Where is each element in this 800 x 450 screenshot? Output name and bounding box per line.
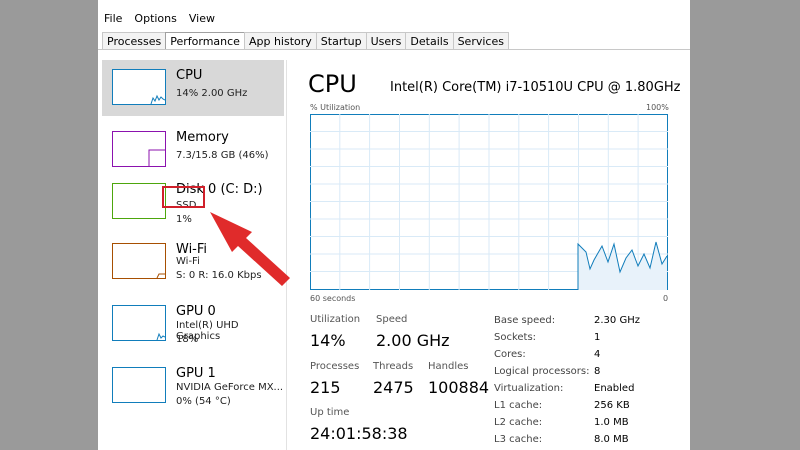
annotation-arrow-icon <box>210 212 290 286</box>
